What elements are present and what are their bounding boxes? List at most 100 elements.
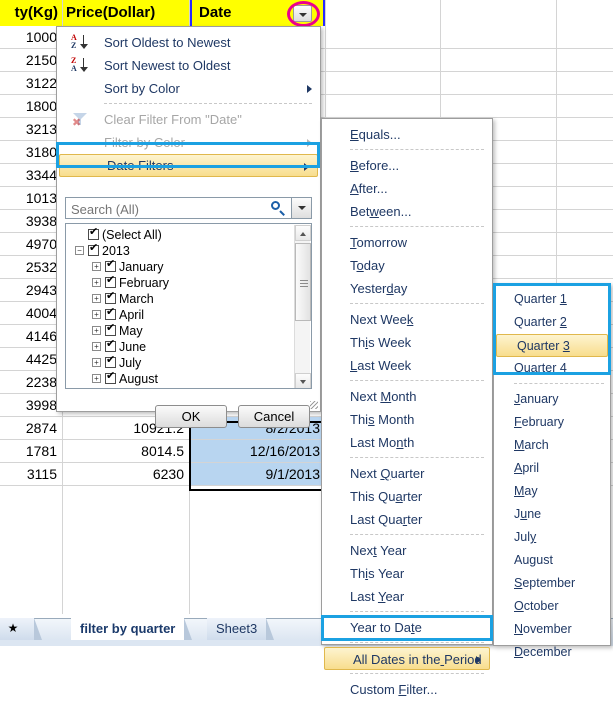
menu-item-equals[interactable]: Equals... [322, 123, 492, 146]
ok-button[interactable]: OK [155, 405, 227, 428]
expand-icon[interactable]: + [92, 342, 101, 351]
cell-quantity[interactable]: 2532 [0, 256, 62, 278]
menu-item-date-filters[interactable]: Date Filters [59, 154, 318, 177]
column-header-quantity[interactable]: ty(Kg) [0, 0, 62, 26]
menu-item-may[interactable]: May [494, 480, 610, 503]
checkbox[interactable] [105, 373, 116, 384]
cell-quantity[interactable]: 3998 [0, 394, 62, 416]
cell-quantity[interactable]: 3180 [0, 141, 62, 163]
tree-node[interactable]: +March [66, 291, 294, 307]
checkbox[interactable] [105, 277, 116, 288]
cell-quantity[interactable]: 4004 [0, 302, 62, 324]
expand-icon[interactable]: + [92, 358, 101, 367]
cell-quantity[interactable]: 1800 [0, 95, 62, 117]
tree-node[interactable]: −2013 [66, 243, 294, 259]
checkbox[interactable] [105, 341, 116, 352]
filter-search-box[interactable] [65, 197, 312, 219]
menu-item-march[interactable]: March [494, 434, 610, 457]
checkbox[interactable] [105, 325, 116, 336]
menu-item-last-week[interactable]: Last Week [322, 354, 492, 377]
cell-quantity[interactable]: 3213 [0, 118, 62, 140]
tree-node[interactable]: +September [66, 387, 294, 389]
resize-grip-icon[interactable] [310, 401, 318, 409]
cell-date[interactable]: 12/16/2013 [190, 440, 325, 462]
menu-item-quarter-3[interactable]: Quarter 3 [496, 334, 608, 357]
checkbox[interactable] [105, 261, 116, 272]
menu-item-all-dates-in-the-period[interactable]: All Dates in the Period [324, 647, 490, 670]
menu-item-next-year[interactable]: Next Year [322, 539, 492, 562]
menu-item-january[interactable]: January [494, 388, 610, 411]
tree-node[interactable]: +April [66, 307, 294, 323]
menu-item-december[interactable]: December [494, 641, 610, 664]
sheet-tab-filter-by-quarter[interactable]: filter by quarter [71, 618, 184, 640]
menu-item-between[interactable]: Between... [322, 200, 492, 223]
menu-item-february[interactable]: February [494, 411, 610, 434]
menu-item-yesterday[interactable]: Yesterday [322, 277, 492, 300]
checkbox[interactable] [105, 357, 116, 368]
cell-quantity[interactable]: 2150 [0, 49, 62, 71]
menu-item-quarter-1[interactable]: Quarter 1 [494, 288, 610, 311]
cell-quantity[interactable]: 4970 [0, 233, 62, 255]
expand-icon[interactable]: + [92, 374, 101, 383]
menu-item-august[interactable]: August [494, 549, 610, 572]
menu-item-sort-by-color[interactable]: Sort by Color [57, 77, 320, 100]
new-sheet-icon[interactable]: ★ [0, 618, 26, 640]
menu-item-this-week[interactable]: This Week [322, 331, 492, 354]
date-filter-dropdown-icon[interactable] [293, 5, 312, 22]
tree-node[interactable]: +February [66, 275, 294, 291]
checkbox[interactable] [105, 309, 116, 320]
menu-item-custom-filter[interactable]: Custom Filter... [322, 678, 492, 701]
expand-icon[interactable]: + [92, 326, 101, 335]
menu-item-after[interactable]: After... [322, 177, 492, 200]
menu-item-october[interactable]: October [494, 595, 610, 618]
cancel-button[interactable]: Cancel [238, 405, 310, 428]
tree-node[interactable]: +June [66, 339, 294, 355]
cell-quantity[interactable]: 2874 [0, 417, 62, 439]
menu-item-last-year[interactable]: Last Year [322, 585, 492, 608]
scrollbar-thumb[interactable] [295, 243, 311, 321]
column-header-price[interactable]: Price(Dollar) [63, 0, 189, 26]
scroll-up-button[interactable] [295, 225, 311, 241]
menu-item-last-quarter[interactable]: Last Quarter [322, 508, 492, 531]
filter-value-tree[interactable]: (Select All)−2013+January+February+March… [65, 223, 312, 389]
tree-node[interactable]: +January [66, 259, 294, 275]
collapse-icon[interactable]: − [75, 246, 84, 255]
menu-item-june[interactable]: June [494, 503, 610, 526]
menu-item-year-to-date[interactable]: Year to Date [322, 616, 492, 639]
menu-item-last-month[interactable]: Last Month [322, 431, 492, 454]
tree-node[interactable]: +July [66, 355, 294, 371]
menu-item-september[interactable]: September [494, 572, 610, 595]
cell-date[interactable]: 9/1/2013 [190, 463, 325, 485]
expand-icon[interactable]: + [92, 262, 101, 271]
menu-item-november[interactable]: November [494, 618, 610, 641]
cell-quantity[interactable]: 3938 [0, 210, 62, 232]
menu-item-before[interactable]: Before... [322, 154, 492, 177]
cell-quantity[interactable]: 1781 [0, 440, 62, 462]
tree-node[interactable]: (Select All) [66, 227, 294, 243]
menu-item-quarter-2[interactable]: Quarter 2 [494, 311, 610, 334]
cell-quantity[interactable]: 4146 [0, 325, 62, 347]
scroll-down-button[interactable] [295, 373, 311, 389]
menu-item-july[interactable]: July [494, 526, 610, 549]
cell-quantity[interactable]: 1000 [0, 26, 62, 48]
tree-scrollbar[interactable] [294, 225, 310, 389]
checkbox[interactable] [88, 229, 99, 240]
cell-quantity[interactable]: 4425 [0, 348, 62, 370]
checkbox[interactable] [88, 245, 99, 256]
expand-icon[interactable]: + [92, 310, 101, 319]
expand-icon[interactable]: + [92, 278, 101, 287]
menu-item-sort-newest-to-oldest[interactable]: ZA Sort Newest to Oldest [57, 54, 320, 77]
cell-quantity[interactable]: 2238 [0, 371, 62, 393]
menu-item-next-week[interactable]: Next Week [322, 308, 492, 331]
menu-item-sort-oldest-to-newest[interactable]: AZ Sort Oldest to Newest [57, 31, 320, 54]
search-input[interactable] [66, 198, 273, 220]
expand-icon[interactable]: + [92, 294, 101, 303]
menu-item-quarter-4[interactable]: Quarter 4 [494, 357, 610, 380]
menu-item-today[interactable]: Today [322, 254, 492, 277]
menu-item-tomorrow[interactable]: Tomorrow [322, 231, 492, 254]
tree-node[interactable]: +August [66, 371, 294, 387]
checkbox[interactable] [105, 293, 116, 304]
cell-quantity[interactable]: 3122 [0, 72, 62, 94]
menu-item-this-year[interactable]: This Year [322, 562, 492, 585]
menu-item-this-month[interactable]: This Month [322, 408, 492, 431]
